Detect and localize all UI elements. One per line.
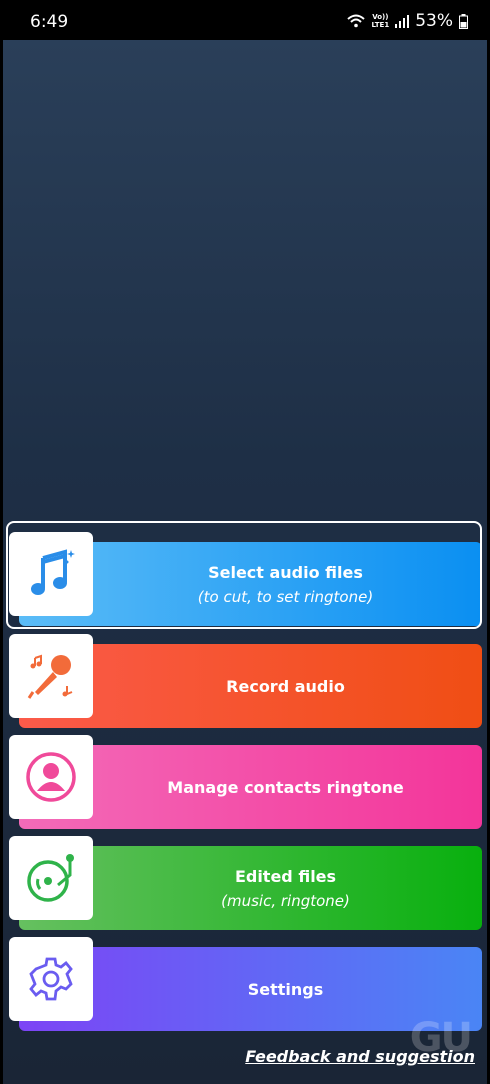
manage-contacts-ringtone-label: Manage contacts ringtone bbox=[167, 777, 404, 797]
edited-files-sub: (music, ringtone) bbox=[221, 891, 350, 910]
contact-avatar-icon bbox=[26, 752, 76, 802]
wifi-icon bbox=[347, 14, 366, 28]
feedback-link[interactable]: Feedback and suggestion bbox=[245, 1047, 475, 1066]
status-bar: 6:49 Vo)) LTE1 53% bbox=[0, 0, 490, 40]
battery-icon bbox=[459, 13, 468, 29]
gear-icon bbox=[29, 957, 73, 1001]
manage-contacts-icon-box bbox=[9, 735, 93, 819]
volte-indicator: Vo)) LTE1 bbox=[371, 13, 390, 29]
turntable-icon bbox=[27, 854, 74, 902]
signal-icon bbox=[395, 15, 410, 28]
status-time: 6:49 bbox=[30, 12, 69, 32]
edited-files-item[interactable]: Edited files (music, ringtone) bbox=[3, 836, 487, 936]
settings-label: Settings bbox=[247, 979, 324, 999]
record-audio-item[interactable]: Record audio bbox=[3, 634, 487, 734]
app-screen: Select audio files (to cut, to set ringt… bbox=[3, 40, 487, 1084]
edited-files-icon-box bbox=[9, 836, 93, 920]
microphone-icon bbox=[27, 654, 73, 699]
settings-icon-box bbox=[9, 937, 93, 1021]
edited-files-label: Edited files bbox=[234, 866, 337, 886]
battery-percent: 53% bbox=[415, 11, 453, 31]
selection-highlight bbox=[6, 521, 482, 629]
record-audio-label: Record audio bbox=[226, 676, 345, 696]
manage-contacts-ringtone-item[interactable]: Manage contacts ringtone bbox=[3, 735, 487, 835]
status-icons: Vo)) LTE1 53% bbox=[347, 11, 468, 31]
record-audio-icon-box bbox=[9, 634, 93, 718]
